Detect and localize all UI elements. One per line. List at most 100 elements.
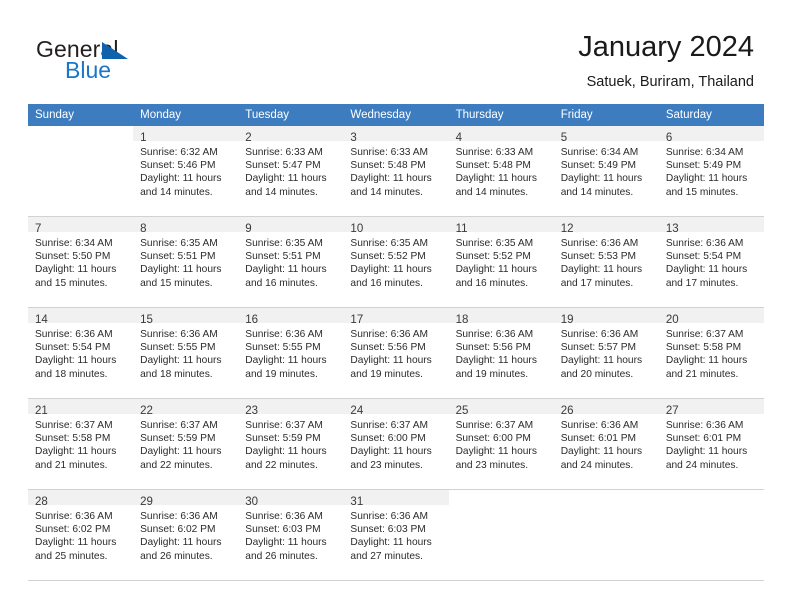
calendar-day-cell[interactable]: 4 Sunrise: 6:33 AM Sunset: 5:48 PM Daylight…	[448, 126, 554, 217]
calendar-day-cell[interactable]: 23 Sunrise: 6:37 AM Sunset: 5:59 PM Dayligh…	[238, 398, 344, 490]
general-blue-logo[interactable]: General Blue	[36, 36, 196, 88]
calendar-day-cell[interactable]: 27 Sunrise: 6:36 AM Sunset: 6:01 PM Dayligh…	[658, 398, 764, 490]
calendar-day-cell[interactable]: 31 Sunrise: 6:36 AM Sunset: 6:03 PM Dayligh…	[343, 489, 449, 581]
calendar-day-cell[interactable]: 3 Sunrise: 6:33 AM Sunset: 5:48 PM Daylight…	[343, 126, 449, 217]
calendar-day-cell[interactable]: 13 Sunrise: 6:36 AM Sunset: 5:54 PM Dayligh…	[658, 216, 764, 308]
day-number: 19	[560, 314, 574, 326]
calendar-cell-inner: 16 Sunrise: 6:36 AM Sunset: 5:55 PM Dayligh…	[238, 308, 344, 398]
sunset-text: Sunset: 5:49 PM	[560, 160, 637, 172]
sunrise-text: Sunrise: 6:36 AM	[35, 511, 113, 522]
calendar-day-cell[interactable]: 5 Sunrise: 6:34 AM Sunset: 5:49 PM Daylight…	[553, 126, 659, 217]
day-number-band: 23	[238, 399, 344, 417]
calendar-day-cell[interactable]: 10 Sunrise: 6:35 AM Sunset: 5:52 PM Dayligh…	[343, 216, 449, 308]
calendar-cell-inner: 14 Sunrise: 6:36 AM Sunset: 5:54 PM Dayligh…	[28, 308, 134, 398]
day-number-band: 16	[238, 308, 344, 326]
daylight-text-line2: and 16 minutes.	[245, 277, 318, 289]
calendar-cell-inner: 31 Sunrise: 6:36 AM Sunset: 6:03 PM Dayligh…	[343, 490, 449, 580]
day-number-band: 22	[133, 399, 239, 417]
calendar-day-cell[interactable]: 18 Sunrise: 6:36 AM Sunset: 5:56 PM Dayligh…	[448, 307, 554, 399]
sunset-text: Sunset: 6:03 PM	[245, 524, 321, 536]
calendar-day-cell[interactable]: 14 Sunrise: 6:36 AM Sunset: 5:54 PM Dayligh…	[28, 307, 134, 399]
day-number-band: 28	[28, 490, 134, 508]
day-details: Sunrise: 6:37 AM Sunset: 5:59 PM Daylight:…	[238, 415, 343, 472]
calendar-day-cell[interactable]: 7 Sunrise: 6:34 AM Sunset: 5:50 PM Daylight…	[28, 216, 134, 308]
calendar-day-cell[interactable]: 11 Sunrise: 6:35 AM Sunset: 5:52 PM Dayligh…	[448, 216, 554, 308]
calendar-day-cell[interactable]: 25 Sunrise: 6:37 AM Sunset: 6:00 PM Dayligh…	[448, 398, 554, 490]
sunrise-text: Sunrise: 6:34 AM	[560, 147, 639, 158]
weekday-header-friday: Friday	[553, 104, 659, 126]
sunrise-text: Sunrise: 6:35 AM	[350, 238, 429, 249]
day-details: Sunrise: 6:35 AM Sunset: 5:51 PM Daylight:…	[133, 233, 238, 290]
sunrise-text: Sunrise: 6:36 AM	[140, 511, 218, 522]
day-number-band: 26	[553, 399, 659, 417]
sunrise-text: Sunrise: 6:37 AM	[665, 329, 744, 340]
calendar-cell-inner: 27 Sunrise: 6:36 AM Sunset: 6:01 PM Dayligh…	[658, 399, 764, 489]
day-number: 16	[245, 314, 259, 326]
calendar-cell-inner: 20 Sunrise: 6:37 AM Sunset: 5:58 PM Dayligh…	[658, 308, 764, 398]
calendar-day-cell[interactable]: 19 Sunrise: 6:36 AM Sunset: 5:57 PM Dayligh…	[553, 307, 659, 399]
calendar-cell-inner: 5 Sunrise: 6:34 AM Sunset: 5:49 PM Daylight…	[553, 126, 659, 216]
calendar-day-cell[interactable]: 30 Sunrise: 6:36 AM Sunset: 6:03 PM Dayligh…	[238, 489, 344, 581]
day-details: Sunrise: 6:34 AM Sunset: 5:50 PM Daylight:…	[28, 233, 133, 290]
sunset-text: Sunset: 5:53 PM	[560, 251, 637, 263]
day-number: 27	[665, 405, 679, 417]
calendar-day-cell[interactable]: 8 Sunrise: 6:35 AM Sunset: 5:51 PM Daylight…	[133, 216, 239, 308]
calendar-day-cell[interactable]: 1 Sunrise: 6:32 AM Sunset: 5:46 PM Daylight…	[133, 126, 239, 217]
daylight-text-line1: Daylight: 11 hours	[245, 264, 327, 276]
sunrise-text: Sunrise: 6:36 AM	[560, 238, 639, 249]
day-number-band: 25	[448, 399, 554, 417]
calendar-day-cell[interactable]: 2 Sunrise: 6:33 AM Sunset: 5:47 PM Daylight…	[238, 126, 344, 217]
daylight-text-line2: and 15 minutes.	[140, 277, 213, 289]
calendar-day-cell[interactable]: 6 Sunrise: 6:34 AM Sunset: 5:49 PM Daylight…	[658, 126, 764, 217]
calendar-cell-empty	[28, 126, 134, 217]
calendar-day-cell[interactable]: 15 Sunrise: 6:36 AM Sunset: 5:55 PM Dayligh…	[133, 307, 239, 399]
daylight-text-line2: and 14 minutes.	[245, 186, 318, 198]
sunrise-text: Sunrise: 6:34 AM	[665, 147, 744, 158]
day-number-band: 8	[133, 217, 239, 235]
sunrise-text: Sunrise: 6:37 AM	[350, 420, 429, 431]
calendar-day-cell[interactable]: 29 Sunrise: 6:36 AM Sunset: 6:02 PM Dayligh…	[133, 489, 239, 581]
calendar-day-cell[interactable]: 21 Sunrise: 6:37 AM Sunset: 5:58 PM Dayligh…	[28, 398, 134, 490]
day-number-band	[449, 490, 554, 506]
calendar-cell-inner: 26 Sunrise: 6:36 AM Sunset: 6:01 PM Dayligh…	[553, 399, 659, 489]
daylight-text-line2: and 21 minutes.	[35, 459, 108, 471]
daylight-text-line2: and 22 minutes.	[140, 459, 213, 471]
sunrise-text: Sunrise: 6:34 AM	[35, 238, 113, 249]
day-number: 24	[350, 405, 364, 417]
daylight-text-line2: and 14 minutes.	[560, 186, 634, 198]
calendar-day-cell[interactable]: 16 Sunrise: 6:36 AM Sunset: 5:55 PM Dayligh…	[238, 307, 344, 399]
calendar-cell-inner: 17 Sunrise: 6:36 AM Sunset: 5:56 PM Dayligh…	[343, 308, 449, 398]
calendar-day-cell[interactable]: 22 Sunrise: 6:37 AM Sunset: 5:59 PM Dayligh…	[133, 398, 239, 490]
daylight-text-line1: Daylight: 11 hours	[140, 173, 222, 185]
calendar-day-cell[interactable]: 12 Sunrise: 6:36 AM Sunset: 5:53 PM Dayligh…	[553, 216, 659, 308]
calendar-table: Sunday Monday Tuesday Wednesday Thursday…	[28, 104, 764, 581]
day-details: Sunrise: 6:36 AM Sunset: 5:57 PM Daylight:…	[554, 324, 659, 381]
daylight-text-line2: and 22 minutes.	[245, 459, 318, 471]
day-details: Sunrise: 6:33 AM Sunset: 5:47 PM Daylight:…	[238, 142, 343, 199]
day-number-band: 14	[28, 308, 134, 326]
calendar-cell-inner: 8 Sunrise: 6:35 AM Sunset: 5:51 PM Daylight…	[133, 217, 239, 307]
day-details: Sunrise: 6:36 AM Sunset: 5:54 PM Daylight:…	[659, 233, 764, 290]
calendar-day-cell[interactable]: 17 Sunrise: 6:36 AM Sunset: 5:56 PM Dayligh…	[343, 307, 449, 399]
calendar-day-cell[interactable]: 9 Sunrise: 6:35 AM Sunset: 5:51 PM Daylight…	[238, 216, 344, 308]
sunrise-text: Sunrise: 6:36 AM	[245, 511, 323, 522]
title-block: January 2024 Satuek, Buriram, Thailand	[578, 30, 754, 92]
sunset-text: Sunset: 5:48 PM	[350, 160, 426, 172]
calendar-day-cell[interactable]: 28 Sunrise: 6:36 AM Sunset: 6:02 PM Dayligh…	[28, 489, 134, 581]
calendar-day-cell[interactable]: 24 Sunrise: 6:37 AM Sunset: 6:00 PM Dayligh…	[343, 398, 449, 490]
day-details: Sunrise: 6:34 AM Sunset: 5:49 PM Daylight:…	[554, 142, 659, 199]
day-number: 29	[140, 496, 153, 508]
day-details: Sunrise: 6:36 AM Sunset: 5:54 PM Daylight:…	[28, 324, 133, 381]
day-number: 13	[665, 223, 679, 235]
calendar-day-cell[interactable]: 26 Sunrise: 6:36 AM Sunset: 6:01 PM Dayligh…	[553, 398, 659, 490]
daylight-text-line1: Daylight: 11 hours	[350, 537, 432, 549]
weekday-header-sunday: Sunday	[28, 104, 134, 126]
day-number-band: 30	[238, 490, 344, 508]
sunrise-text: Sunrise: 6:35 AM	[140, 238, 218, 249]
sunset-text: Sunset: 5:52 PM	[350, 251, 426, 263]
calendar-cell-inner: 1 Sunrise: 6:32 AM Sunset: 5:46 PM Daylight…	[133, 126, 239, 216]
calendar-cell-empty	[553, 489, 659, 581]
sunrise-text: Sunrise: 6:36 AM	[140, 329, 218, 340]
calendar-day-cell[interactable]: 20 Sunrise: 6:37 AM Sunset: 5:58 PM Dayligh…	[658, 307, 764, 399]
day-details: Sunrise: 6:32 AM Sunset: 5:46 PM Daylight:…	[133, 142, 238, 199]
